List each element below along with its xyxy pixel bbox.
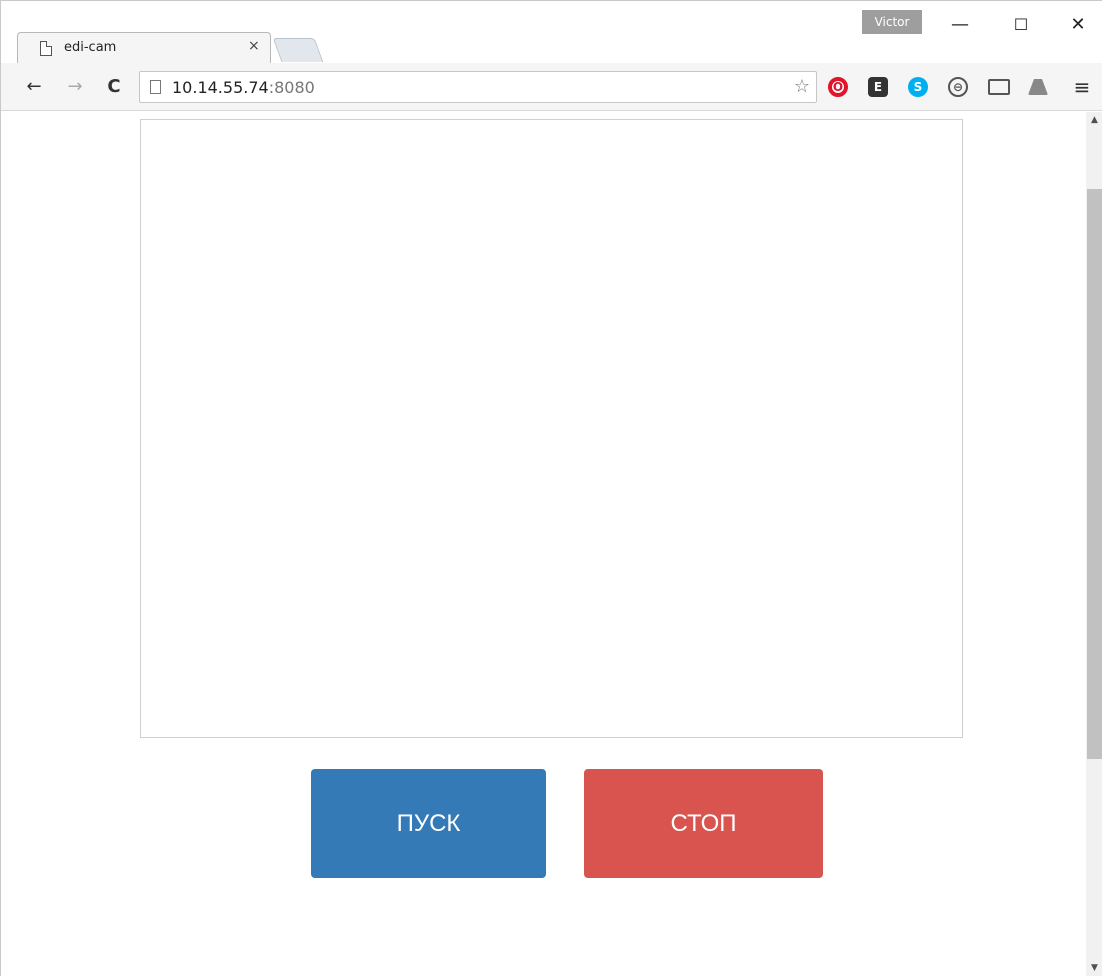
close-window-button[interactable]: ✕ bbox=[1063, 11, 1093, 39]
scroll-down-icon[interactable]: ▼ bbox=[1086, 960, 1102, 976]
maximize-button[interactable]: ☐ bbox=[1006, 11, 1036, 39]
tab-close-icon[interactable]: × bbox=[248, 38, 260, 54]
browser-toolbar: ← → C 10.14.55.74:8080 ☆ O E S ⊖ ≡ bbox=[1, 63, 1102, 111]
address-bar[interactable]: 10.14.55.74:8080 ☆ bbox=[139, 71, 817, 103]
drive-extension-icon[interactable] bbox=[1028, 79, 1048, 95]
title-bar: Victor — ☐ ✕ edi-cam × bbox=[1, 1, 1102, 64]
evernote-extension-icon[interactable]: E bbox=[868, 77, 888, 97]
sync-extension-icon[interactable]: ⊖ bbox=[948, 77, 968, 97]
reload-button[interactable]: C bbox=[103, 75, 125, 99]
page-info-icon[interactable] bbox=[150, 80, 161, 94]
url-port: :8080 bbox=[268, 78, 315, 97]
cast-icon[interactable] bbox=[988, 79, 1010, 95]
browser-menu-icon[interactable]: ≡ bbox=[1072, 75, 1092, 99]
start-button[interactable]: ПУСК bbox=[311, 769, 546, 878]
skype-extension-icon[interactable]: S bbox=[908, 77, 928, 97]
new-tab-button[interactable] bbox=[272, 38, 324, 62]
forward-button[interactable]: → bbox=[64, 75, 86, 99]
url-text[interactable]: 10.14.55.74:8080 bbox=[172, 78, 315, 97]
scroll-thumb[interactable] bbox=[1087, 189, 1102, 759]
vertical-scrollbar[interactable]: ▲ ▼ bbox=[1086, 112, 1102, 976]
opera-extension-icon[interactable]: O bbox=[828, 77, 848, 97]
minimize-button[interactable]: — bbox=[945, 11, 975, 39]
stop-button[interactable]: СТОП bbox=[584, 769, 823, 878]
browser-window: Victor — ☐ ✕ edi-cam × ← → C 10.14.55.74… bbox=[0, 0, 1102, 976]
scroll-up-icon[interactable]: ▲ bbox=[1086, 112, 1102, 129]
url-host: 10.14.55.74 bbox=[172, 78, 269, 97]
tab-title: edi-cam bbox=[64, 40, 117, 55]
page-icon bbox=[40, 41, 52, 56]
tab-edi-cam[interactable]: edi-cam × bbox=[17, 32, 271, 64]
profile-badge[interactable]: Victor bbox=[862, 10, 922, 34]
camera-stream-frame bbox=[140, 119, 963, 738]
bookmark-star-icon[interactable]: ☆ bbox=[794, 76, 810, 97]
back-button[interactable]: ← bbox=[23, 75, 45, 99]
page-viewport: ПУСК СТОП bbox=[1, 112, 1086, 976]
